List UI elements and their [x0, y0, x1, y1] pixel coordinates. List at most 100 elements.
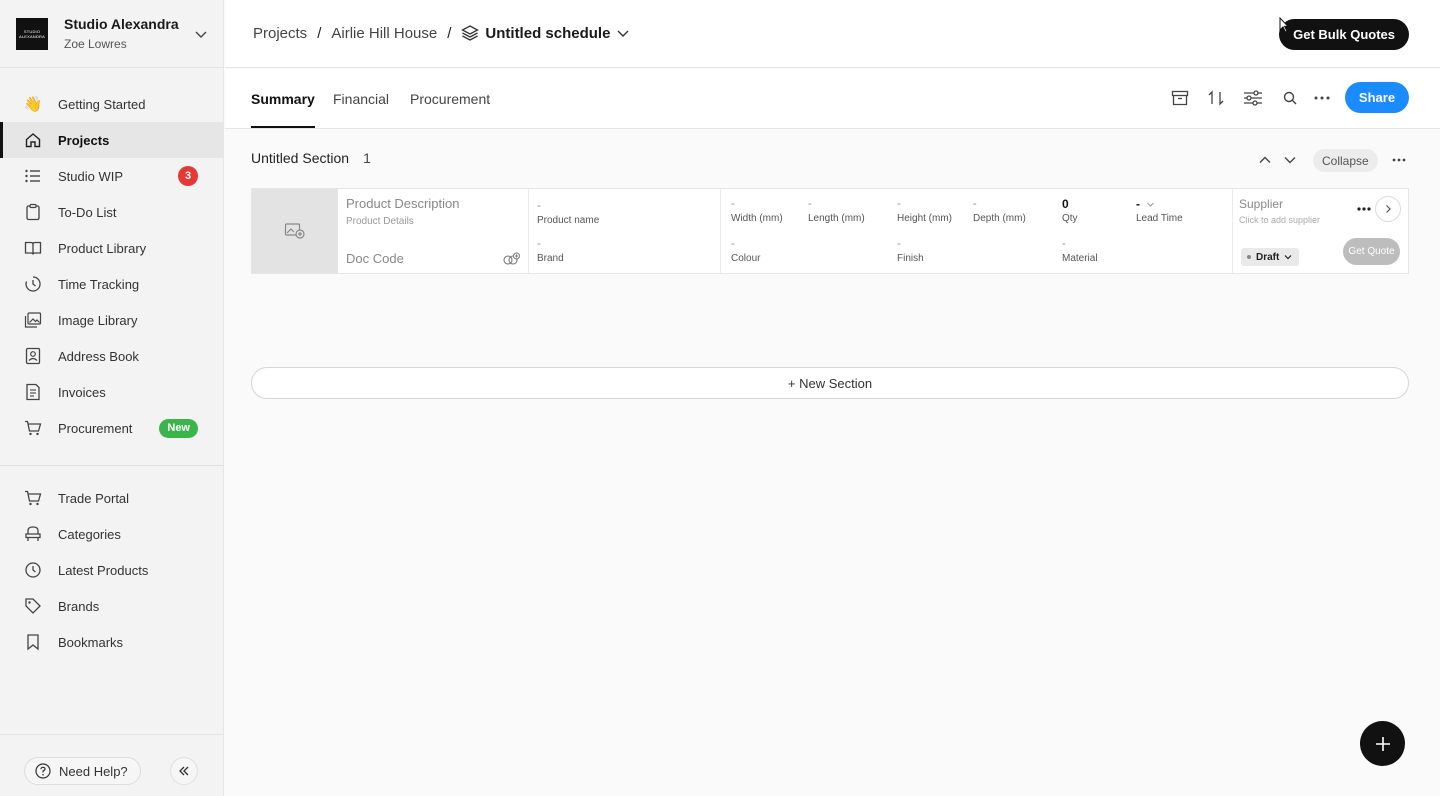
search-icon — [1283, 91, 1297, 105]
lead-time-field[interactable]: - Lead Time — [1136, 198, 1183, 225]
status-dropdown[interactable]: Draft — [1241, 248, 1300, 266]
sidebar-item-address-book[interactable]: Address Book — [0, 338, 224, 374]
list-icon — [24, 167, 42, 185]
qty-field[interactable]: 0 Qty — [1062, 198, 1078, 225]
depth-field[interactable]: - Depth (mm) — [973, 198, 1026, 224]
share-button[interactable]: Share — [1345, 82, 1409, 113]
product-description-cell[interactable]: Product Description Product Details Doc … — [338, 189, 529, 273]
move-section-down-button[interactable] — [1282, 152, 1298, 168]
brand-field[interactable]: - Brand — [537, 238, 564, 264]
sort-button[interactable] — [1205, 87, 1227, 109]
sidebar-item-latest-products[interactable]: Latest Products — [0, 552, 224, 588]
chevron-up-icon — [1259, 156, 1271, 163]
section-more-button[interactable] — [1391, 152, 1407, 168]
move-section-up-button[interactable] — [1257, 152, 1273, 168]
notification-badge: 3 — [178, 166, 198, 186]
bookmark-icon — [24, 633, 42, 651]
finish-field[interactable]: - Finish — [897, 238, 924, 264]
sidebar-item-brands[interactable]: Brands — [0, 588, 224, 624]
section-header[interactable]: Untitled Section 1 — [251, 150, 371, 166]
workspace-name: Studio Alexandra — [64, 16, 179, 32]
sidebar-item-invoices[interactable]: Invoices — [0, 374, 224, 410]
row-more-button[interactable] — [1356, 203, 1372, 215]
product-image-upload[interactable] — [252, 189, 338, 273]
sidebar-item-bookmarks[interactable]: Bookmarks — [0, 624, 224, 660]
sidebar-item-product-library[interactable]: Product Library — [0, 230, 224, 266]
sidebar-item-label: Bookmarks — [58, 634, 124, 650]
breadcrumb-projects[interactable]: Projects — [253, 25, 307, 42]
chevron-down-icon — [1284, 255, 1292, 260]
breadcrumb-project[interactable]: Airlie Hill House — [331, 25, 437, 42]
height-field[interactable]: - Height (mm) — [897, 198, 952, 224]
sidebar-item-label: Brands — [58, 598, 100, 614]
field-label: Height (mm) — [897, 213, 953, 224]
need-help-button[interactable]: Need Help? — [24, 757, 141, 785]
material-field[interactable]: - Material — [1062, 238, 1098, 264]
colour-field[interactable]: - Colour — [731, 238, 760, 264]
sidebar-item-label: Product Library — [58, 240, 147, 256]
product-details: Product Details — [346, 216, 414, 227]
add-floating-button[interactable] — [1360, 721, 1405, 766]
get-quote-button[interactable]: Get Quote — [1343, 238, 1400, 265]
plus-icon — [1375, 736, 1390, 751]
status-label: Draft — [1256, 251, 1280, 263]
product-description: Product Description — [346, 196, 460, 211]
new-section-button[interactable]: + New Section — [251, 367, 1409, 399]
schedule-switcher[interactable]: Untitled schedule — [461, 24, 630, 42]
supplier-field[interactable]: Supplier Click to add supplier — [1239, 197, 1320, 225]
home-icon — [24, 131, 42, 149]
clock-icon — [24, 275, 42, 293]
column-divider — [720, 189, 721, 273]
chair-icon — [24, 525, 42, 543]
double-chevron-left-icon — [179, 766, 189, 776]
status-dot — [1247, 255, 1251, 259]
sidebar-nav: 👋 Getting Started Projects Studio WIP 3 … — [0, 86, 224, 446]
get-bulk-quotes-button[interactable]: Get Bulk Quotes — [1279, 19, 1409, 50]
sidebar-item-getting-started[interactable]: 👋 Getting Started — [0, 86, 224, 122]
sidebar-item-image-library[interactable]: Image Library — [0, 302, 224, 338]
field-label: Length (mm) — [808, 213, 865, 224]
search-button[interactable] — [1279, 87, 1301, 109]
field-label: Colour — [731, 253, 761, 264]
collapse-section-button[interactable]: Collapse — [1313, 149, 1378, 172]
sidebar-item-categories[interactable]: Categories — [0, 516, 224, 552]
tab-financial[interactable]: Financial — [333, 91, 389, 128]
sidebar-item-trade-portal[interactable]: Trade Portal — [0, 480, 224, 516]
link-product-button[interactable] — [502, 251, 520, 267]
chevron-down-icon — [1284, 157, 1296, 164]
column-divider — [1232, 189, 1233, 273]
sidebar-footer: Need Help? — [0, 734, 224, 796]
tab-summary[interactable]: Summary — [251, 91, 315, 128]
sidebar-item-time-tracking[interactable]: Time Tracking — [0, 266, 224, 302]
sort-icon — [1208, 90, 1224, 106]
tab-procurement[interactable]: Procurement — [410, 91, 490, 128]
supplier-hint: Click to add supplier — [1239, 215, 1321, 225]
archive-button[interactable] — [1169, 87, 1191, 109]
sidebar-item-procurement[interactable]: Procurement New — [0, 410, 224, 446]
workspace-switcher[interactable]: STUDIO ALEXANDRA Studio Alexandra Zoe Lo… — [0, 0, 224, 68]
more-options-button[interactable] — [1311, 87, 1333, 109]
product-row: Product Description Product Details Doc … — [251, 188, 1409, 274]
more-horizontal-icon — [1314, 96, 1330, 100]
clock-icon — [24, 561, 42, 579]
sidebar-item-label: Studio WIP — [58, 168, 124, 184]
length-field[interactable]: - Length (mm) — [808, 198, 865, 224]
collapse-sidebar-button[interactable] — [170, 757, 198, 785]
chevron-right-icon — [1386, 205, 1391, 213]
open-product-button[interactable] — [1375, 196, 1401, 222]
field-label: Finish — [897, 253, 924, 264]
chevron-down-icon — [1147, 202, 1154, 207]
workspace-logo-text: STUDIO ALEXANDRA — [18, 28, 46, 39]
product-name-field[interactable]: - Product name — [537, 200, 599, 226]
field-value: - — [973, 198, 977, 210]
layers-icon — [461, 25, 480, 41]
doc-code: Doc Code — [346, 251, 404, 266]
breadcrumb: Projects / Airlie Hill House / Untitled … — [253, 24, 630, 42]
sidebar-item-studio-wip[interactable]: Studio WIP 3 — [0, 158, 224, 194]
sidebar-secondary-nav: Trade Portal Categories Latest Products … — [0, 480, 224, 660]
width-field[interactable]: - Width (mm) — [731, 198, 783, 224]
filter-button[interactable] — [1242, 87, 1264, 109]
sidebar-item-label: Time Tracking — [58, 276, 140, 292]
sidebar-item-projects[interactable]: Projects — [0, 122, 224, 158]
sidebar-item-todo-list[interactable]: To-Do List — [0, 194, 224, 230]
